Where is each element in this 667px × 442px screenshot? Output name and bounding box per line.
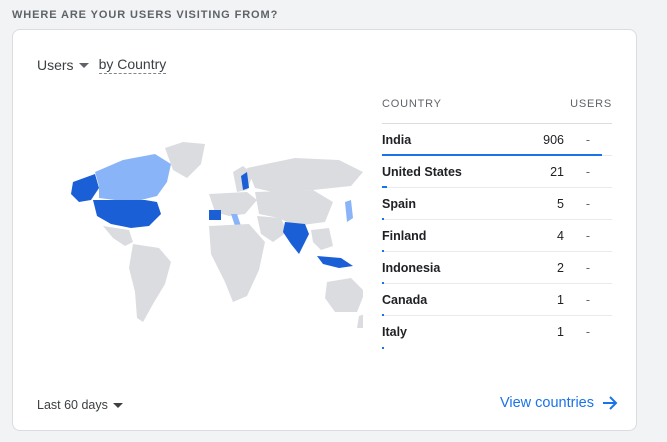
map-region-australia [325,278,363,312]
map-region-italy [231,214,241,226]
table-row[interactable]: Indonesia 2 - [382,252,612,284]
map-region-africa [209,224,265,302]
country-table: COUNTRY USERS India 906- United States 21- S… [382,98,612,349]
view-countries-link[interactable]: View countries [500,395,618,411]
country-name: Spain [382,196,417,211]
map-region-canada [95,154,171,200]
table-row[interactable]: Italy 1 - [382,316,612,349]
table-row[interactable]: India 906 - [382,124,612,156]
caret-down-icon [112,403,123,408]
date-range-label: Last 60 days [37,398,108,412]
map-region-mexico [103,226,133,246]
map-region-alaska [71,174,99,202]
table-row[interactable]: United States 21 - [382,156,612,188]
table-row[interactable]: Finland 4 - [382,220,612,252]
map-region-greenland [165,142,205,178]
country-name: India [382,132,412,147]
metric-dropdown[interactable]: Users [37,57,89,73]
users-by-country-card: Users by Country COUNTRY USERS India 906… [12,29,637,431]
country-name: Canada [382,292,428,307]
change-value: - [585,325,591,339]
map-region-usa [93,200,161,228]
map-region-indonesia [317,256,353,268]
users-value: 5 [557,196,564,211]
map-region-spain [209,210,221,220]
country-name: Finland [382,228,427,243]
table-header: COUNTRY USERS [382,98,612,124]
map-region-india [283,222,309,254]
change-value: - [585,292,591,307]
change-value: - [585,164,591,179]
metric-selector: Users by Country [37,56,167,74]
table-row[interactable]: Canada 1 - [382,284,612,316]
country-name: Italy [382,325,408,339]
world-map[interactable] [33,142,363,332]
view-countries-label: View countries [499,395,594,411]
users-value: 1 [557,292,564,307]
users-value: 21 [550,164,564,179]
users-value: 906 [543,132,564,147]
users-value: 4 [557,228,564,243]
share-bar [382,347,384,349]
map-region-russia [247,158,363,192]
date-range-dropdown[interactable]: Last 60 days [37,398,123,412]
change-value: - [585,196,591,211]
dimension-label[interactable]: by Country [98,56,167,74]
table-body: India 906- United States 21- Spain 5- Finland 4… [382,124,612,349]
map-region-southeast-asia [311,228,333,250]
change-value: - [585,260,591,275]
country-name: Indonesia [382,260,441,275]
section-title: WHERE ARE YOUR USERS VISITING FROM? [12,9,279,21]
map-region-new-zealand [357,314,363,328]
users-value: 2 [557,260,564,275]
caret-down-icon [78,63,89,68]
metric-label: Users [37,57,74,73]
column-header-country: COUNTRY [382,98,442,110]
users-value: 1 [557,325,564,339]
change-value: - [585,228,591,243]
country-name: United States [382,164,462,179]
change-value: - [585,132,591,147]
map-region-japan [345,200,353,222]
column-header-users: USERS [570,98,612,110]
table-row[interactable]: Spain 5 - [382,188,612,220]
arrow-right-icon [603,396,618,410]
map-region-south-america [129,244,171,322]
